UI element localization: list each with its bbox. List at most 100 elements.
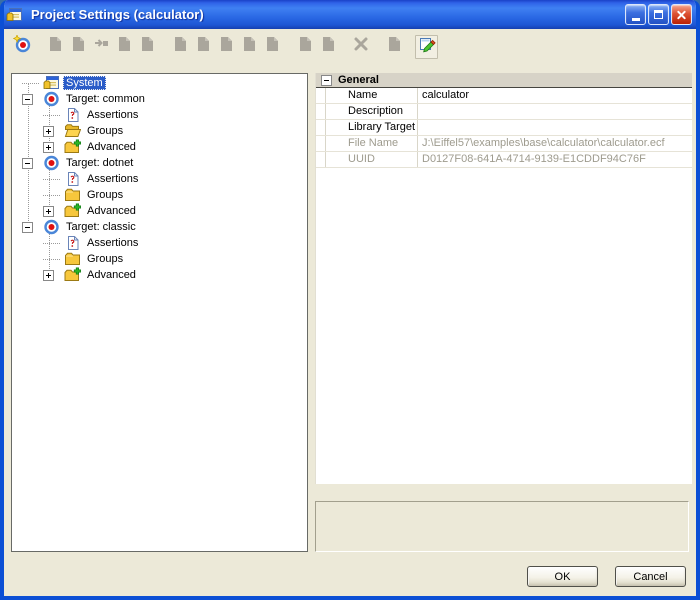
doc-icon — [69, 35, 87, 58]
tree-item-system[interactable]: System — [12, 75, 307, 91]
toolbar — [4, 29, 696, 64]
tree-item-target-dotnet[interactable]: Target: dotnet — [12, 155, 307, 171]
property-section-header: General — [316, 73, 692, 88]
folder-icon — [64, 187, 81, 203]
target-icon — [43, 91, 60, 107]
toolbar-button-10-button[interactable] — [237, 35, 260, 59]
property-value[interactable] — [418, 120, 692, 135]
tree-connector — [43, 235, 64, 251]
property-indent — [316, 88, 326, 103]
titlebar[interactable]: Project Settings (calculator) — [0, 0, 700, 29]
project-settings-dialog: Project Settings (calculator) System Targ… — [0, 0, 700, 600]
tree-expander-minus-icon[interactable] — [22, 158, 33, 169]
new-target-button[interactable] — [10, 35, 33, 59]
caption-buttons — [625, 4, 692, 25]
property-value[interactable]: calculator — [418, 88, 692, 103]
tree-item-groups[interactable]: Groups — [12, 187, 307, 203]
app-icon — [6, 7, 23, 23]
property-row-library-target: Library Target — [316, 120, 692, 136]
toolbar-button-2-button[interactable] — [43, 35, 66, 59]
tree-item-advanced[interactable]: Advanced — [12, 139, 307, 155]
toolbar-button-15-button[interactable] — [382, 35, 405, 59]
toolbar-button-8-button[interactable] — [191, 35, 214, 59]
minimize-button[interactable] — [625, 4, 646, 25]
swap-arrows-icon — [92, 35, 110, 58]
property-value: D0127F08-641A-4714-9139-E1CDDF94C76F — [418, 152, 692, 167]
tree-connector — [43, 171, 64, 187]
target-icon — [43, 219, 60, 235]
property-label: File Name — [326, 136, 418, 151]
tree-item-label: Assertions — [84, 172, 141, 186]
toolbar-button-7-button[interactable] — [168, 35, 191, 59]
folder-plus-icon — [64, 267, 81, 283]
property-row-name: Namecalculator — [316, 88, 692, 104]
doc-icon — [217, 35, 235, 58]
tree-item-target-classic[interactable]: Target: classic — [12, 219, 307, 235]
delete-x-icon — [352, 35, 370, 58]
tree-item-advanced[interactable]: Advanced — [12, 267, 307, 283]
assertions-doc-icon — [64, 235, 81, 251]
toolbar-button-12-button[interactable] — [293, 35, 316, 59]
tree-expander-plus-icon[interactable] — [43, 270, 54, 281]
tree-item-label: Assertions — [84, 108, 141, 122]
tree-connector — [43, 251, 64, 267]
tree-expander-plus-icon[interactable] — [43, 126, 54, 137]
maximize-icon — [654, 10, 663, 19]
toolbar-button-9-button[interactable] — [214, 35, 237, 59]
tree-expander-plus-icon[interactable] — [43, 206, 54, 217]
tree-item-assertions[interactable]: Assertions — [12, 171, 307, 187]
tree-item-label: Advanced — [84, 204, 139, 218]
tree-item-assertions[interactable]: Assertions — [12, 235, 307, 251]
tree-expander-minus-icon[interactable] — [22, 94, 33, 105]
tree-item-label: Advanced — [84, 140, 139, 154]
tree-expander-plus-icon[interactable] — [43, 142, 54, 153]
property-label: Name — [326, 88, 418, 103]
doc-icon — [385, 35, 403, 58]
maximize-button[interactable] — [648, 4, 669, 25]
toolbar-button-3-button[interactable] — [66, 35, 89, 59]
tree-connector — [22, 75, 43, 91]
close-button[interactable] — [671, 4, 692, 25]
doc-icon — [138, 35, 156, 58]
toolbar-button-11-button[interactable] — [260, 35, 283, 59]
tree-expander-minus-icon[interactable] — [22, 222, 33, 233]
property-value: J:\Eiffel57\examples\base\calculator\cal… — [418, 136, 692, 151]
ok-button[interactable]: OK — [527, 566, 598, 587]
collapse-icon[interactable] — [321, 75, 332, 86]
folder-plus-icon — [64, 139, 81, 155]
property-value[interactable] — [418, 104, 692, 119]
tree-item-label: Target: common — [63, 92, 148, 106]
tree-item-label: System — [63, 76, 106, 90]
window-title: Project Settings (calculator) — [31, 7, 620, 22]
system-form-icon — [43, 75, 60, 91]
property-indent — [316, 104, 326, 119]
target-icon — [43, 155, 60, 171]
toolbar-button-5-button[interactable] — [112, 35, 135, 59]
property-row-description: Description — [316, 104, 692, 120]
property-indent — [316, 152, 326, 167]
tree-item-groups[interactable]: Groups — [12, 251, 307, 267]
tree-item-label: Assertions — [84, 236, 141, 250]
description-panel — [315, 501, 689, 552]
doc-icon — [115, 35, 133, 58]
tree-item-advanced[interactable]: Advanced — [12, 203, 307, 219]
tree-item-groups[interactable]: Groups — [12, 123, 307, 139]
edit-description-button[interactable] — [415, 35, 438, 59]
toolbar-button-6-button[interactable] — [135, 35, 158, 59]
property-row-uuid: UUIDD0127F08-641A-4714-9139-E1CDDF94C76F — [316, 152, 692, 168]
cancel-button[interactable]: Cancel — [615, 566, 686, 587]
toolbar-button-13-button[interactable] — [316, 35, 339, 59]
minimize-icon — [632, 18, 640, 21]
folder-plus-icon — [64, 203, 81, 219]
tree-item-label: Target: classic — [63, 220, 139, 234]
remove-button[interactable] — [349, 35, 372, 59]
property-grid: General NamecalculatorDescriptionLibrary… — [315, 73, 692, 484]
tree-item-assertions[interactable]: Assertions — [12, 107, 307, 123]
close-icon — [672, 5, 691, 24]
tree-item-label: Groups — [84, 188, 126, 202]
settings-tree: SystemTarget: commonAssertionsGroupsAdva… — [11, 73, 308, 552]
tree-item-target-common[interactable]: Target: common — [12, 91, 307, 107]
tree-connector — [43, 107, 64, 123]
doc-icon — [171, 35, 189, 58]
toolbar-button-4-button[interactable] — [89, 35, 112, 59]
